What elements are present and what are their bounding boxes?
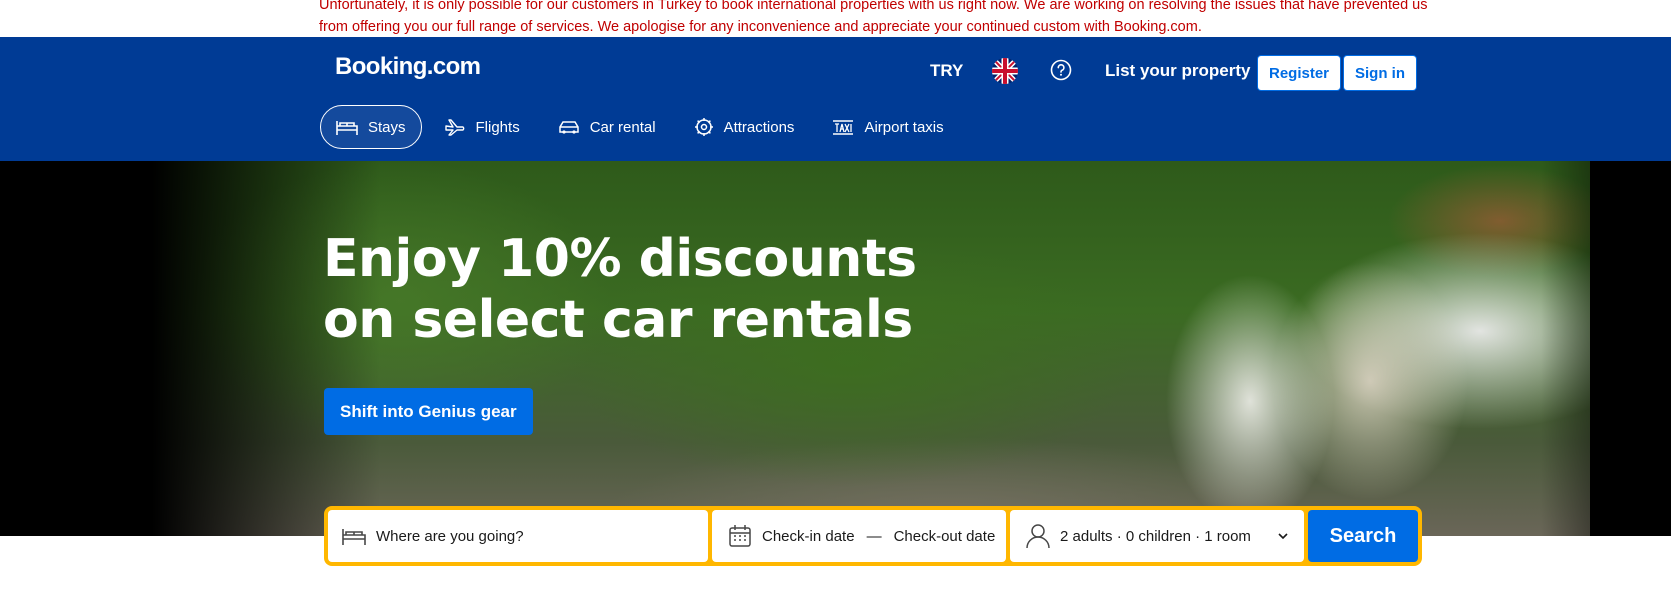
- sign-in-button[interactable]: Sign in: [1343, 55, 1417, 91]
- list-property-link[interactable]: List your property: [1105, 61, 1250, 81]
- nav-item-attractions[interactable]: Attractions: [678, 105, 811, 149]
- register-button[interactable]: Register: [1257, 55, 1342, 91]
- nav-item-label: Flights: [475, 118, 520, 136]
- uk-flag-icon[interactable]: [992, 58, 1018, 84]
- hero-fade: [1541, 161, 1671, 536]
- currency-selector[interactable]: TRY: [930, 61, 963, 81]
- hero-banner: Enjoy 10% discounts on select car rental…: [0, 161, 1671, 536]
- help-circle-icon[interactable]: [1050, 59, 1072, 81]
- header: Booking.com TRY List your property Regis…: [0, 37, 1671, 161]
- nav-item-label: Car rental: [589, 118, 656, 136]
- destination-input[interactable]: [376, 527, 696, 545]
- logo[interactable]: Booking.com: [335, 53, 481, 81]
- nav-item-label: Airport taxis: [864, 118, 944, 136]
- date-field[interactable]: Check-in date — Check-out date: [712, 510, 1006, 562]
- nav-item-stays[interactable]: Stays: [320, 105, 422, 149]
- car-icon: [558, 121, 579, 134]
- nav-item-label: Attractions: [723, 118, 795, 136]
- attractions-icon: [694, 118, 713, 136]
- bed-icon: [336, 121, 358, 135]
- destination-field[interactable]: [328, 510, 708, 562]
- hero-title: Enjoy 10% discounts on select car rental…: [323, 229, 917, 350]
- genius-cta-button[interactable]: Shift into Genius gear: [324, 388, 533, 435]
- search-button[interactable]: Search: [1308, 510, 1418, 562]
- search-bar: Check-in date — Check-out date 2 adults …: [324, 506, 1422, 566]
- chevron-down-icon: [1278, 533, 1288, 540]
- checkin-date: Check-in date: [762, 527, 855, 545]
- date-separator: —: [866, 527, 882, 545]
- notice-banner: Unfortunately, it is only possible for o…: [0, 0, 1671, 37]
- nav-item-car-rental[interactable]: Car rental: [542, 105, 672, 149]
- notice-text: Unfortunately, it is only possible for o…: [319, 0, 1428, 35]
- product-nav: Stays Flights Car rental Attractions Air…: [320, 105, 966, 149]
- bed-icon: [342, 529, 366, 545]
- taxi-icon: [833, 120, 854, 135]
- person-icon: [1026, 524, 1050, 549]
- occupancy-text: 2 adults · 0 children · 1 room: [1060, 527, 1251, 545]
- occupancy-field[interactable]: 2 adults · 0 children · 1 room: [1010, 510, 1304, 562]
- checkout-date: Check-out date: [893, 527, 996, 545]
- nav-item-airport-taxis[interactable]: Airport taxis: [816, 105, 959, 149]
- calendar-icon: [729, 525, 751, 547]
- nav-item-label: Stays: [368, 118, 406, 136]
- nav-item-flights[interactable]: Flights: [428, 105, 536, 149]
- plane-icon: [444, 119, 464, 136]
